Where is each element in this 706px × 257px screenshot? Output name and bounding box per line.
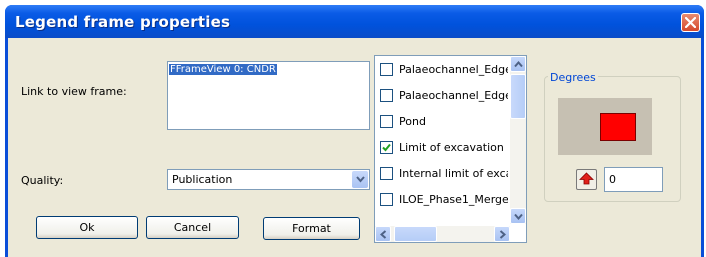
ok-button[interactable]: Ok (36, 216, 138, 239)
rotate-button[interactable] (576, 169, 597, 190)
quality-select[interactable]: Publication (167, 169, 370, 190)
checkmark-icon (382, 143, 391, 152)
layer-item[interactable]: Palaeochannel_Edge (380, 62, 508, 79)
chevron-down-icon (356, 176, 365, 183)
layer-checkbox-checked[interactable] (380, 141, 393, 154)
layer-checkbox[interactable] (380, 63, 393, 76)
view-frame-item-selected[interactable]: FFrameView 0: CNDR (169, 64, 277, 75)
scroll-left-button[interactable] (375, 226, 391, 242)
layer-label: Palaeochannel_Edge (399, 63, 508, 76)
view-frame-listbox[interactable]: FFrameView 0: CNDR (167, 61, 370, 130)
chevron-down-icon (514, 213, 523, 220)
scroll-down-button[interactable] (510, 208, 526, 224)
rotate-arrow-icon (579, 172, 594, 185)
degrees-input[interactable]: 0 (604, 167, 663, 192)
layer-item[interactable]: Limit of excavation (380, 140, 508, 157)
cancel-button[interactable]: Cancel (146, 216, 239, 239)
layer-item[interactable]: ILOE_Phase1_Merge (380, 192, 508, 209)
horizontal-scroll-thumb[interactable] (394, 226, 437, 242)
scroll-up-button[interactable] (510, 56, 526, 72)
layer-item[interactable]: Palaeochannel_Edge (380, 88, 508, 105)
layer-item[interactable]: Pond (380, 114, 508, 131)
quality-selected-value: Publication (172, 173, 233, 186)
rotation-preview-shape (600, 113, 636, 141)
layer-checkbox[interactable] (380, 167, 393, 180)
title-bar[interactable]: Legend frame properties (5, 5, 704, 38)
chevron-right-icon (499, 230, 506, 239)
vertical-scroll-thumb[interactable] (510, 74, 526, 119)
dialog-body: Link to view frame: FFrameView 0: CNDR Q… (8, 38, 701, 257)
layer-checkbox[interactable] (380, 193, 393, 206)
layer-label: Pond (399, 115, 426, 128)
degrees-caption: Degrees (548, 71, 598, 84)
link-to-view-frame-label: Link to view frame: (21, 85, 127, 98)
horizontal-scrollbar[interactable] (375, 226, 510, 242)
layer-label: ILOE_Phase1_Merge (399, 193, 508, 206)
legend-frame-properties-dialog: Legend frame properties Link to view fra… (5, 5, 704, 257)
vertical-scrollbar[interactable] (510, 56, 526, 224)
layer-checkbox[interactable] (380, 89, 393, 102)
layer-label: Palaeochannel_Edge (399, 89, 508, 102)
chevron-left-icon (380, 230, 387, 239)
layer-checkbox[interactable] (380, 115, 393, 128)
close-icon (685, 17, 696, 28)
chevron-up-icon (514, 61, 523, 68)
layer-checklist[interactable]: Palaeochannel_Edge Palaeochannel_Edge Po… (374, 55, 527, 243)
quality-label: Quality: (21, 174, 64, 187)
layer-label: Limit of excavation (399, 141, 504, 154)
layer-label: Internal limit of exca (399, 167, 508, 180)
format-button[interactable]: Format (263, 217, 360, 240)
window-title: Legend frame properties (15, 13, 231, 31)
layer-item[interactable]: Internal limit of exca (380, 166, 508, 183)
quality-dropdown-button[interactable] (352, 171, 368, 188)
close-button[interactable] (681, 13, 700, 32)
scroll-right-button[interactable] (494, 226, 510, 242)
